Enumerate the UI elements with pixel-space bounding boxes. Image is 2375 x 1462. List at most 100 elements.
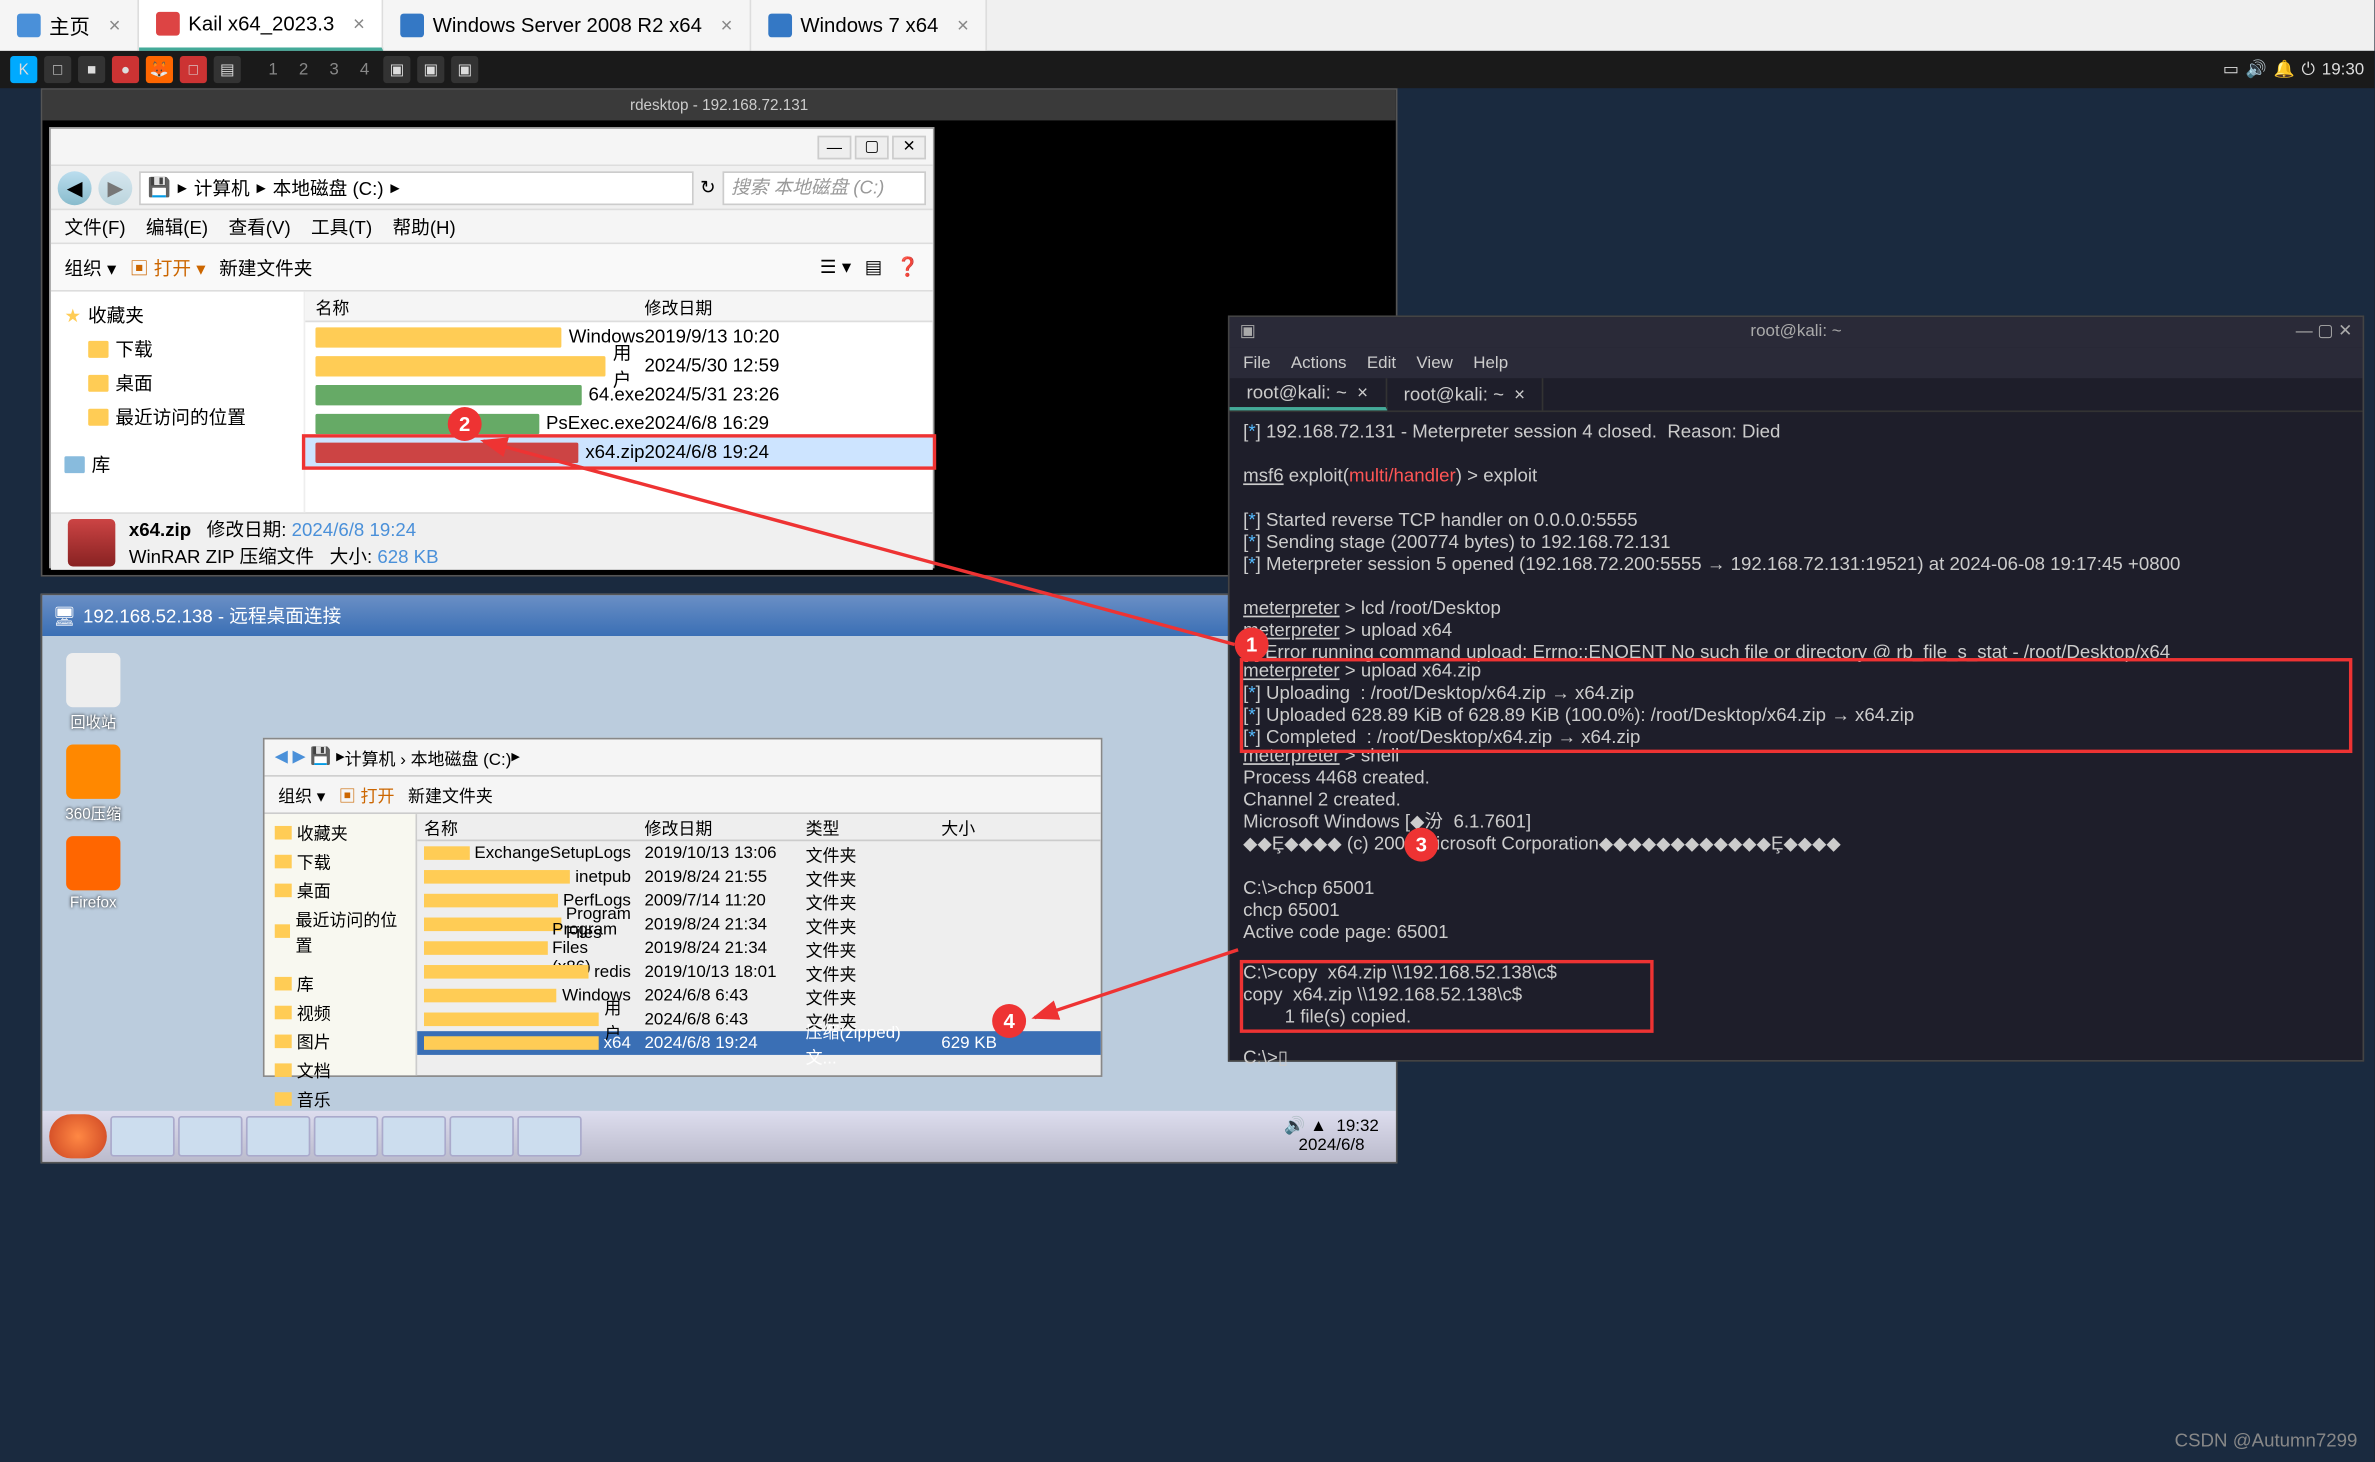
menu-item[interactable]: 帮助(H) (393, 213, 456, 240)
menubar: 文件(F) 编辑(E) 查看(V) 工具(T) 帮助(H) (51, 210, 933, 244)
fwd-button[interactable]: ▶ (98, 170, 132, 204)
terminal-tab[interactable]: root@kali: ~ × (1387, 378, 1544, 410)
menu-item[interactable]: 文件(F) (64, 213, 125, 240)
kali-menu-icon[interactable]: K (10, 56, 37, 83)
ie-icon[interactable] (110, 1116, 174, 1157)
power-icon[interactable]: ⏻ (2302, 60, 2315, 79)
sidebar-libraries[interactable]: 库 (64, 448, 290, 482)
tray-icon[interactable]: ▭ (2223, 60, 2239, 79)
organize-button[interactable]: 组织 ▾ (64, 254, 116, 281)
sidebar-item[interactable]: 图片 (275, 1026, 406, 1055)
start-button[interactable] (49, 1114, 107, 1158)
system-tray[interactable]: 🔊 ▲ 19:322024/6/8 (1274, 1118, 1389, 1155)
menu-item[interactable]: 工具(T) (311, 213, 372, 240)
close-icon[interactable]: × (1357, 382, 1368, 402)
crumb[interactable]: 本地磁盘 (C:) (273, 174, 384, 201)
notification-icon[interactable]: 🔔 (2274, 60, 2295, 79)
file-row[interactable]: ExchangeSetupLogs2019/10/13 13:06文件夹 (417, 841, 1100, 865)
taskbar-icon[interactable]: ▣ (417, 56, 444, 83)
taskbar-icon[interactable]: ▤ (214, 56, 241, 83)
workspace-1[interactable]: 1 (261, 60, 285, 79)
menu-item[interactable]: View (1416, 354, 1452, 373)
taskbar-icon[interactable]: ▣ (383, 56, 410, 83)
close-icon[interactable]: × (1514, 384, 1525, 404)
desktop-icon[interactable]: 回收站 (59, 653, 127, 733)
close-icon[interactable]: × (109, 14, 121, 38)
wmp-icon[interactable] (246, 1116, 310, 1157)
breadcrumb[interactable]: 💾 ▸ 计算机 ▸ 本地磁盘 (C:) ▸ (139, 170, 693, 204)
desktop-icon[interactable]: 360压缩 (59, 745, 127, 825)
back-button[interactable]: ◀ (58, 170, 92, 204)
new-folder-button[interactable]: 新建文件夹 (408, 782, 493, 807)
open-button[interactable]: ▣ 打开 (339, 782, 395, 807)
taskbar-icon[interactable]: □ (180, 56, 207, 83)
file-row[interactable]: PsExec.exe2024/6/8 16:29 (305, 409, 933, 438)
vmware-tab[interactable]: 主页× (0, 0, 139, 51)
address-bar[interactable]: ◀ ▶ 💾 ▸ 计算机 › 本地磁盘 (C:) ▸ (265, 739, 1101, 776)
menu-item[interactable]: File (1243, 354, 1270, 373)
desktop-icon[interactable]: Firefox (59, 836, 127, 911)
sidebar-item[interactable]: 最近访问的位置 (64, 400, 290, 434)
taskbar-icon[interactable]: ● (112, 56, 139, 83)
sidebar-item[interactable]: 下载 (64, 332, 290, 366)
cmd-icon[interactable] (449, 1116, 513, 1157)
maximize-button[interactable]: ▢ (855, 135, 889, 159)
close-button[interactable]: ✕ (892, 135, 926, 159)
workspace-4[interactable]: 4 (353, 60, 377, 79)
sidebar-item[interactable]: 文档 (275, 1055, 406, 1084)
vmware-tab[interactable]: Kail x64_2023.3× (139, 0, 383, 51)
firefox-icon[interactable] (314, 1116, 378, 1157)
terminal-output[interactable]: [*] 192.168.72.131 - Meterpreter session… (1230, 412, 2363, 1080)
view-icon[interactable]: ☰ ▾ (820, 256, 851, 278)
close-icon[interactable]: × (353, 12, 365, 36)
taskbar-app[interactable] (382, 1116, 446, 1157)
file-row[interactable]: inetpub2019/8/24 21:55文件夹 (417, 865, 1100, 889)
menu-item[interactable]: 编辑(E) (146, 213, 208, 240)
sidebar-item[interactable]: 收藏夹 (275, 817, 406, 846)
sidebar-item[interactable]: 桌面 (275, 875, 406, 904)
crumb[interactable]: ▸ (178, 176, 187, 198)
close-icon[interactable]: × (721, 14, 733, 38)
new-folder-button[interactable]: 新建文件夹 (219, 254, 312, 281)
sidebar-favorites[interactable]: ★收藏夹 (64, 298, 290, 332)
sidebar-item[interactable]: 下载 (275, 846, 406, 875)
vmware-tab[interactable]: Windows 7 x64× (751, 0, 987, 51)
minimize-button[interactable]: — (817, 135, 851, 159)
sidebar-item[interactable]: 视频 (275, 997, 406, 1026)
taskbar-app[interactable] (517, 1116, 581, 1157)
close-icon[interactable]: × (957, 14, 969, 38)
file-row[interactable]: 用户2024/5/30 12:59 (305, 351, 933, 380)
taskbar-icon[interactable]: ▣ (451, 56, 478, 83)
taskbar-icon[interactable]: ■ (78, 56, 105, 83)
search-input[interactable]: 搜索 本地磁盘 (C:) (722, 170, 926, 204)
explorer-icon[interactable] (178, 1116, 242, 1157)
sidebar-item[interactable]: 桌面 (64, 366, 290, 400)
refresh-icon[interactable]: ↻ (700, 176, 716, 198)
list-header[interactable]: 名称修改日期 (305, 292, 933, 323)
open-button[interactable]: ▣ 打开 ▾ (130, 254, 206, 281)
terminal-tab[interactable]: root@kali: ~ × (1230, 378, 1387, 410)
file-row[interactable]: redis2019/10/13 18:01文件夹 (417, 960, 1100, 984)
preview-icon[interactable]: ▤ (865, 256, 883, 278)
file-row[interactable]: Program Files (x86)2019/8/24 21:34文件夹 (417, 936, 1100, 960)
help-icon[interactable]: ❓ (896, 256, 919, 278)
menu-item[interactable]: Edit (1367, 354, 1396, 373)
crumb[interactable]: 计算机 (194, 174, 250, 201)
workspace-3[interactable]: 3 (322, 60, 346, 79)
list-header[interactable]: 名称修改日期类型大小 (417, 814, 1100, 841)
menu-item[interactable]: 查看(V) (228, 213, 290, 240)
taskbar-icon[interactable]: □ (44, 56, 71, 83)
sidebar-item[interactable]: 库 (275, 968, 406, 997)
file-row[interactable]: 64.exe2024/5/31 23:26 (305, 380, 933, 409)
firefox-icon[interactable]: 🦊 (146, 56, 173, 83)
file-row[interactable]: x64.zip2024/6/8 19:24 (305, 438, 933, 467)
menu-item[interactable]: Help (1473, 354, 1508, 373)
workspace-2[interactable]: 2 (292, 60, 316, 79)
menu-item[interactable]: Actions (1291, 354, 1347, 373)
sidebar-item[interactable]: 音乐 (275, 1084, 406, 1113)
vmware-tab[interactable]: Windows Server 2008 R2 x64× (384, 0, 752, 51)
volume-icon[interactable]: 🔊 (2246, 60, 2267, 79)
organize-button[interactable]: 组织 ▾ (278, 782, 325, 807)
kali-terminal[interactable]: ▣root@kali: ~— ▢ ✕ FileActionsEditViewHe… (1228, 315, 2364, 1061)
sidebar-item[interactable]: 最近访问的位置 (275, 904, 406, 958)
